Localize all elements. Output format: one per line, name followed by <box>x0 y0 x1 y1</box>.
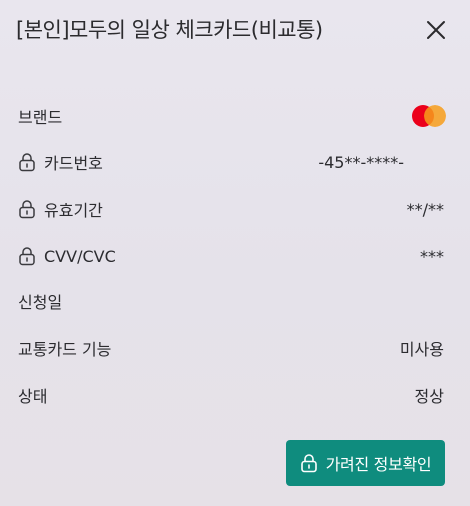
close-icon <box>422 16 450 44</box>
row-label-status: 상태 <box>18 387 48 406</box>
cvv-value: *** <box>420 246 444 266</box>
lock-icon <box>18 152 36 172</box>
row-brand: 브랜드 <box>18 101 446 131</box>
row-application-date: 신청일 <box>18 286 444 316</box>
row-cvv: CVV/CVC *** <box>18 241 444 271</box>
reveal-button-label: 가려진 정보확인 <box>325 455 432 474</box>
mastercard-icon <box>412 105 448 127</box>
transit-function-value: 미사용 <box>399 340 444 359</box>
lock-icon <box>300 453 318 473</box>
row-expiry: 유효기간 **/** <box>18 194 444 224</box>
row-label-expiry: 유효기간 <box>44 201 103 220</box>
row-label-transit-function: 교통카드 기능 <box>18 340 112 359</box>
row-label-brand: 브랜드 <box>18 108 63 127</box>
row-transit-function: 교통카드 기능 미사용 <box>18 333 444 363</box>
card-number-value: -45**-****- <box>318 152 404 172</box>
lock-icon <box>18 199 36 219</box>
card-detail-sheet: [본인]모두의 일상 체크카드(비교통) 브랜드 카드번호 -45**-****… <box>0 0 470 506</box>
sheet-header: [본인]모두의 일상 체크카드(비교통) <box>0 0 470 62</box>
expiry-value: **/** <box>406 199 444 219</box>
reveal-hidden-info-button[interactable]: 가려진 정보확인 <box>286 440 445 486</box>
status-value: 정상 <box>414 387 444 406</box>
close-button[interactable] <box>422 16 450 44</box>
row-status: 상태 정상 <box>18 380 444 410</box>
row-label-cvv: CVV/CVC <box>44 246 116 266</box>
row-label-card-number: 카드번호 <box>44 154 103 173</box>
page-title: [본인]모두의 일상 체크카드(비교통) <box>16 18 323 42</box>
row-label-application-date: 신청일 <box>18 293 63 312</box>
lock-icon <box>18 246 36 266</box>
row-card-number: 카드번호 -45**-****- <box>18 147 444 177</box>
